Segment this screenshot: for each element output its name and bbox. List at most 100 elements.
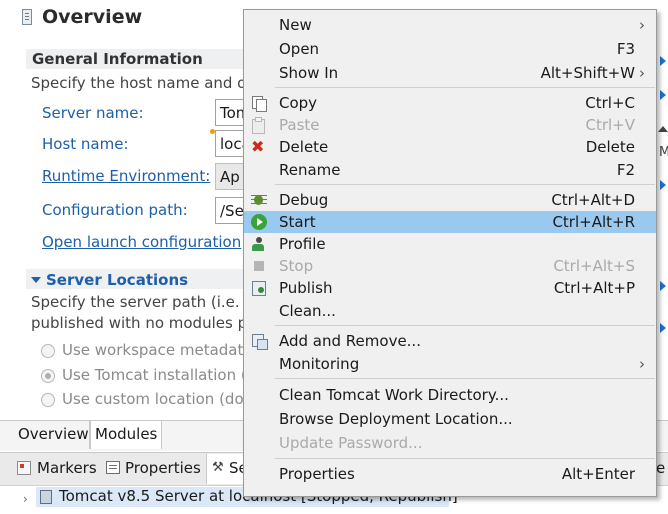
menu-item-label: Profile bbox=[279, 235, 326, 253]
tomcat-installation-radio[interactable] bbox=[41, 369, 55, 383]
tab-properties[interactable]: Properties bbox=[125, 459, 201, 477]
runtime-environment-link[interactable]: Runtime Environment: bbox=[42, 167, 210, 185]
overview-page-icon bbox=[22, 9, 32, 25]
section-arrow-icon bbox=[660, 90, 666, 100]
open-launch-configuration-link[interactable]: Open launch configuration bbox=[42, 233, 241, 251]
delete-icon: ✖ bbox=[251, 137, 265, 156]
profile-icon bbox=[251, 236, 267, 252]
menu-item-label: Rename bbox=[279, 161, 341, 179]
menu-item-stop: Stop Ctrl+Alt+S bbox=[244, 255, 656, 277]
server-locations-description-line2: published with no modules p bbox=[31, 314, 248, 332]
menu-item-label: New bbox=[279, 16, 312, 34]
menu-item-label: Debug bbox=[279, 191, 329, 209]
menu-item-label: Add and Remove... bbox=[279, 332, 421, 350]
workspace-metadata-label: Use workspace metadata bbox=[62, 341, 253, 359]
menu-item-shortcut: F2 bbox=[616, 161, 635, 179]
menu-item-debug[interactable]: Debug Ctrl+Alt+D bbox=[244, 189, 656, 211]
menu-item-show-in[interactable]: Show In Alt+Shift+W › bbox=[244, 62, 656, 84]
views-overflow-text: e bbox=[656, 459, 666, 477]
menu-item-label: Start bbox=[279, 213, 316, 231]
menu-item-shortcut: Ctrl+V bbox=[585, 116, 635, 134]
general-info-description: Specify the host name and ot bbox=[31, 74, 253, 92]
menu-item-label: Copy bbox=[279, 94, 318, 112]
workspace-metadata-radio[interactable] bbox=[41, 344, 55, 358]
tab-modules[interactable]: Modules bbox=[90, 421, 162, 449]
section-arrow-icon bbox=[660, 56, 666, 66]
menu-separator bbox=[275, 458, 655, 459]
menu-item-add-and-remove[interactable]: Add and Remove... bbox=[244, 330, 656, 352]
tomcat-installation-label: Use Tomcat installation (t bbox=[62, 366, 253, 384]
paste-icon bbox=[251, 117, 267, 134]
host-name-label: Host name: bbox=[42, 135, 129, 153]
menu-item-open[interactable]: Open F3 bbox=[244, 38, 656, 60]
copy-icon bbox=[251, 95, 267, 112]
section-arrow-icon bbox=[660, 281, 666, 291]
chevron-right-icon[interactable]: › bbox=[23, 492, 28, 506]
edge-text-fragment: M bbox=[659, 145, 668, 160]
stop-icon bbox=[251, 258, 267, 274]
menu-item-shortcut: F3 bbox=[616, 40, 635, 58]
section-arrow-icon bbox=[660, 323, 666, 333]
menu-item-label: Open bbox=[279, 40, 320, 58]
menu-item-properties[interactable]: Properties Alt+Enter bbox=[244, 463, 656, 485]
tab-markers[interactable]: Markers bbox=[37, 459, 97, 477]
menu-item-label: Delete bbox=[279, 138, 329, 156]
collapse-up-icon bbox=[658, 126, 668, 132]
menu-item-start[interactable]: Start Ctrl+Alt+R bbox=[244, 211, 656, 233]
menu-separator bbox=[275, 378, 655, 379]
menu-separator bbox=[275, 184, 655, 185]
debug-icon bbox=[251, 192, 267, 208]
menu-item-shortcut: Ctrl+Alt+D bbox=[551, 191, 635, 209]
custom-location-radio[interactable] bbox=[41, 393, 55, 407]
menu-item-shortcut: Alt+Shift+W bbox=[540, 64, 635, 82]
menu-item-publish[interactable]: Publish Ctrl+Alt+P bbox=[244, 277, 656, 299]
menu-item-label: Properties bbox=[279, 465, 355, 483]
markers-icon bbox=[17, 461, 31, 475]
properties-icon bbox=[106, 461, 120, 474]
menu-item-label: Publish bbox=[279, 279, 333, 297]
start-icon bbox=[251, 214, 267, 230]
submenu-arrow-icon: › bbox=[639, 355, 645, 373]
menu-item-shortcut: Alt+Enter bbox=[561, 465, 635, 483]
configuration-path-label: Configuration path: bbox=[42, 201, 188, 219]
add-remove-icon bbox=[251, 333, 268, 350]
servers-icon: ⚒ bbox=[212, 460, 224, 475]
menu-item-browse-deployment-location[interactable]: Browse Deployment Location... bbox=[244, 408, 656, 430]
menu-item-label: Update Password... bbox=[279, 434, 423, 452]
section-collapse-icon[interactable] bbox=[31, 277, 41, 283]
server-locations-heading[interactable]: Server Locations bbox=[46, 271, 188, 289]
tomcat-server-icon bbox=[40, 490, 52, 504]
menu-item-update-password: Update Password... bbox=[244, 432, 656, 454]
menu-item-delete[interactable]: ✖ Delete Delete bbox=[244, 136, 656, 158]
menu-item-new[interactable]: New › bbox=[244, 14, 656, 36]
submenu-arrow-icon: › bbox=[639, 16, 645, 34]
publish-icon bbox=[251, 280, 267, 296]
menu-item-shortcut: Ctrl+Alt+R bbox=[552, 213, 635, 231]
tab-overview[interactable]: Overview bbox=[14, 421, 90, 449]
server-locations-description-line1: Specify the server path (i.e. ca bbox=[31, 293, 262, 311]
section-arrow-icon bbox=[660, 180, 666, 190]
menu-item-shortcut: Ctrl+Alt+S bbox=[553, 257, 635, 275]
menu-item-monitoring[interactable]: Monitoring › bbox=[244, 353, 656, 375]
menu-item-clean-tomcat-work-directory[interactable]: Clean Tomcat Work Directory... bbox=[244, 384, 656, 406]
menu-item-label: Paste bbox=[279, 116, 320, 134]
menu-separator bbox=[275, 87, 655, 88]
menu-item-shortcut: Ctrl+Alt+P bbox=[553, 279, 635, 297]
menu-item-profile[interactable]: Profile bbox=[244, 233, 656, 255]
menu-item-label: Show In bbox=[279, 64, 339, 82]
menu-item-paste: Paste Ctrl+V bbox=[244, 114, 656, 136]
menu-item-label: Clean Tomcat Work Directory... bbox=[279, 386, 509, 404]
menu-item-shortcut: Delete bbox=[585, 138, 635, 156]
submenu-arrow-icon: › bbox=[639, 64, 645, 82]
menu-item-clean[interactable]: Clean... bbox=[244, 300, 656, 322]
menu-item-shortcut: Ctrl+C bbox=[585, 94, 635, 112]
menu-item-label: Stop bbox=[279, 257, 314, 275]
menu-item-label: Browse Deployment Location... bbox=[279, 410, 513, 428]
page-title: Overview bbox=[42, 6, 143, 28]
menu-item-copy[interactable]: Copy Ctrl+C bbox=[244, 92, 656, 114]
menu-item-label: Clean... bbox=[279, 302, 336, 320]
custom-location-label: Use custom location (doe bbox=[62, 390, 253, 408]
general-info-heading: General Information bbox=[32, 50, 203, 68]
menu-item-rename[interactable]: Rename F2 bbox=[244, 159, 656, 181]
menu-separator bbox=[275, 325, 655, 326]
